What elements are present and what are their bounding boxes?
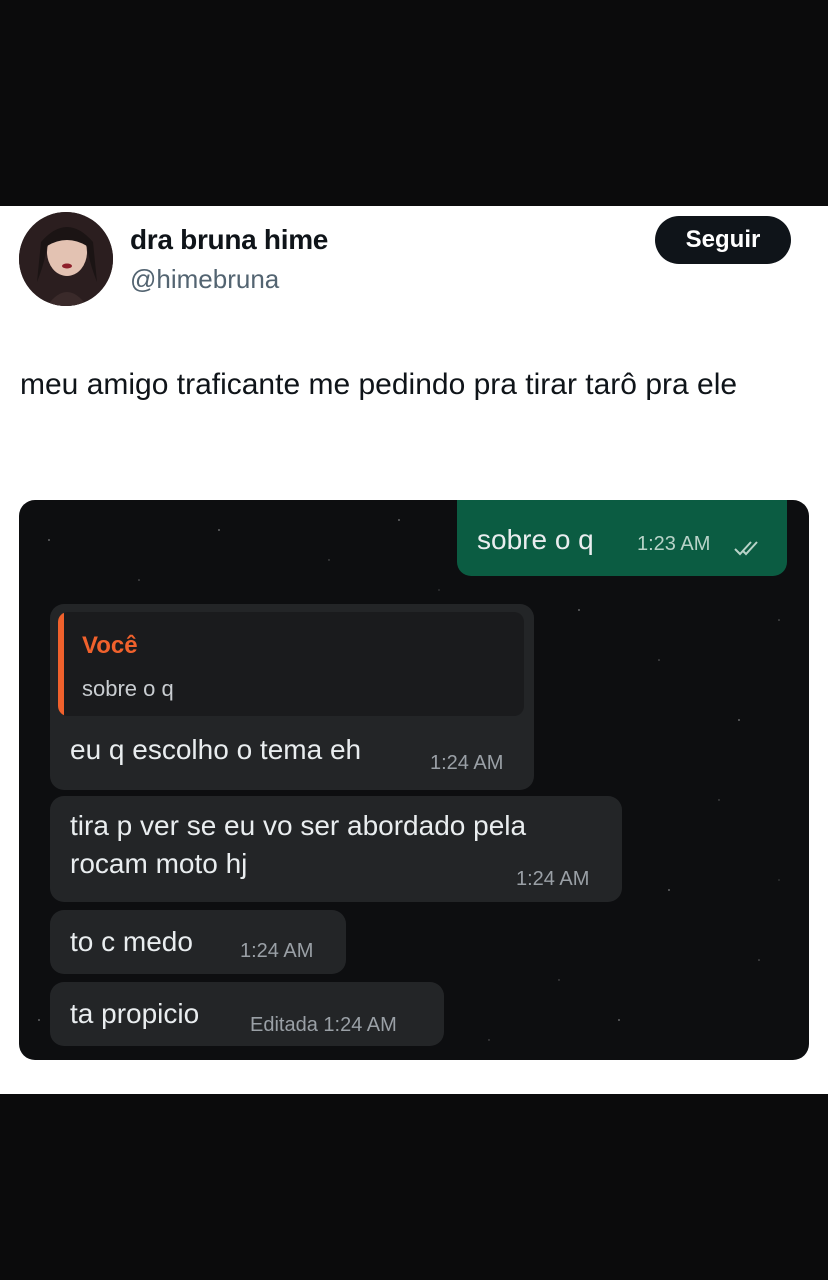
- message-time: 1:23 AM: [637, 533, 711, 555]
- message-text-line: rocam moto hj: [70, 848, 248, 879]
- user-handle[interactable]: @himebruna: [130, 264, 279, 295]
- message-text: sobre o q: [477, 524, 594, 555]
- message-time: 1:24 AM: [430, 752, 504, 774]
- quoted-message[interactable]: Você sobre o q: [58, 612, 524, 716]
- chat-screenshot: sobre o q 1:23 AM Você sobre o q eu q es…: [19, 500, 809, 1060]
- avatar[interactable]: [19, 212, 113, 306]
- message-time: 1:24 AM: [516, 868, 590, 890]
- tweet-text: meu amigo traficante me pedindo pra tira…: [20, 368, 738, 401]
- double-check-icon: [733, 532, 761, 564]
- received-message[interactable]: to c medo 1:24 AM: [50, 910, 346, 974]
- reply-message[interactable]: Você sobre o q eu q escolho o tema eh 1:…: [50, 604, 534, 790]
- quote-accent-bar: [58, 612, 64, 716]
- message-text: ta propicio: [70, 998, 200, 1029]
- message-text: eu q escolho o tema eh: [70, 734, 362, 765]
- received-message[interactable]: ta propicio Editada 1:24 AM: [50, 982, 444, 1046]
- message-time: Editada 1:24 AM: [250, 1014, 397, 1036]
- sent-message[interactable]: sobre o q 1:23 AM: [457, 500, 787, 576]
- received-message[interactable]: tira p ver se eu vo ser abordado pela ro…: [50, 796, 622, 902]
- message-text-line: tira p ver se eu vo ser abordado pela: [70, 810, 527, 841]
- display-name[interactable]: dra bruna hime: [130, 224, 328, 256]
- message-text: to c medo: [70, 926, 193, 957]
- tweet-card: dra bruna hime @himebruna Seguir meu ami…: [0, 206, 828, 1094]
- quote-text: sobre o q: [82, 676, 174, 701]
- quote-author: Você: [82, 632, 138, 659]
- message-time: 1:24 AM: [240, 940, 314, 962]
- follow-button[interactable]: Seguir: [655, 216, 791, 264]
